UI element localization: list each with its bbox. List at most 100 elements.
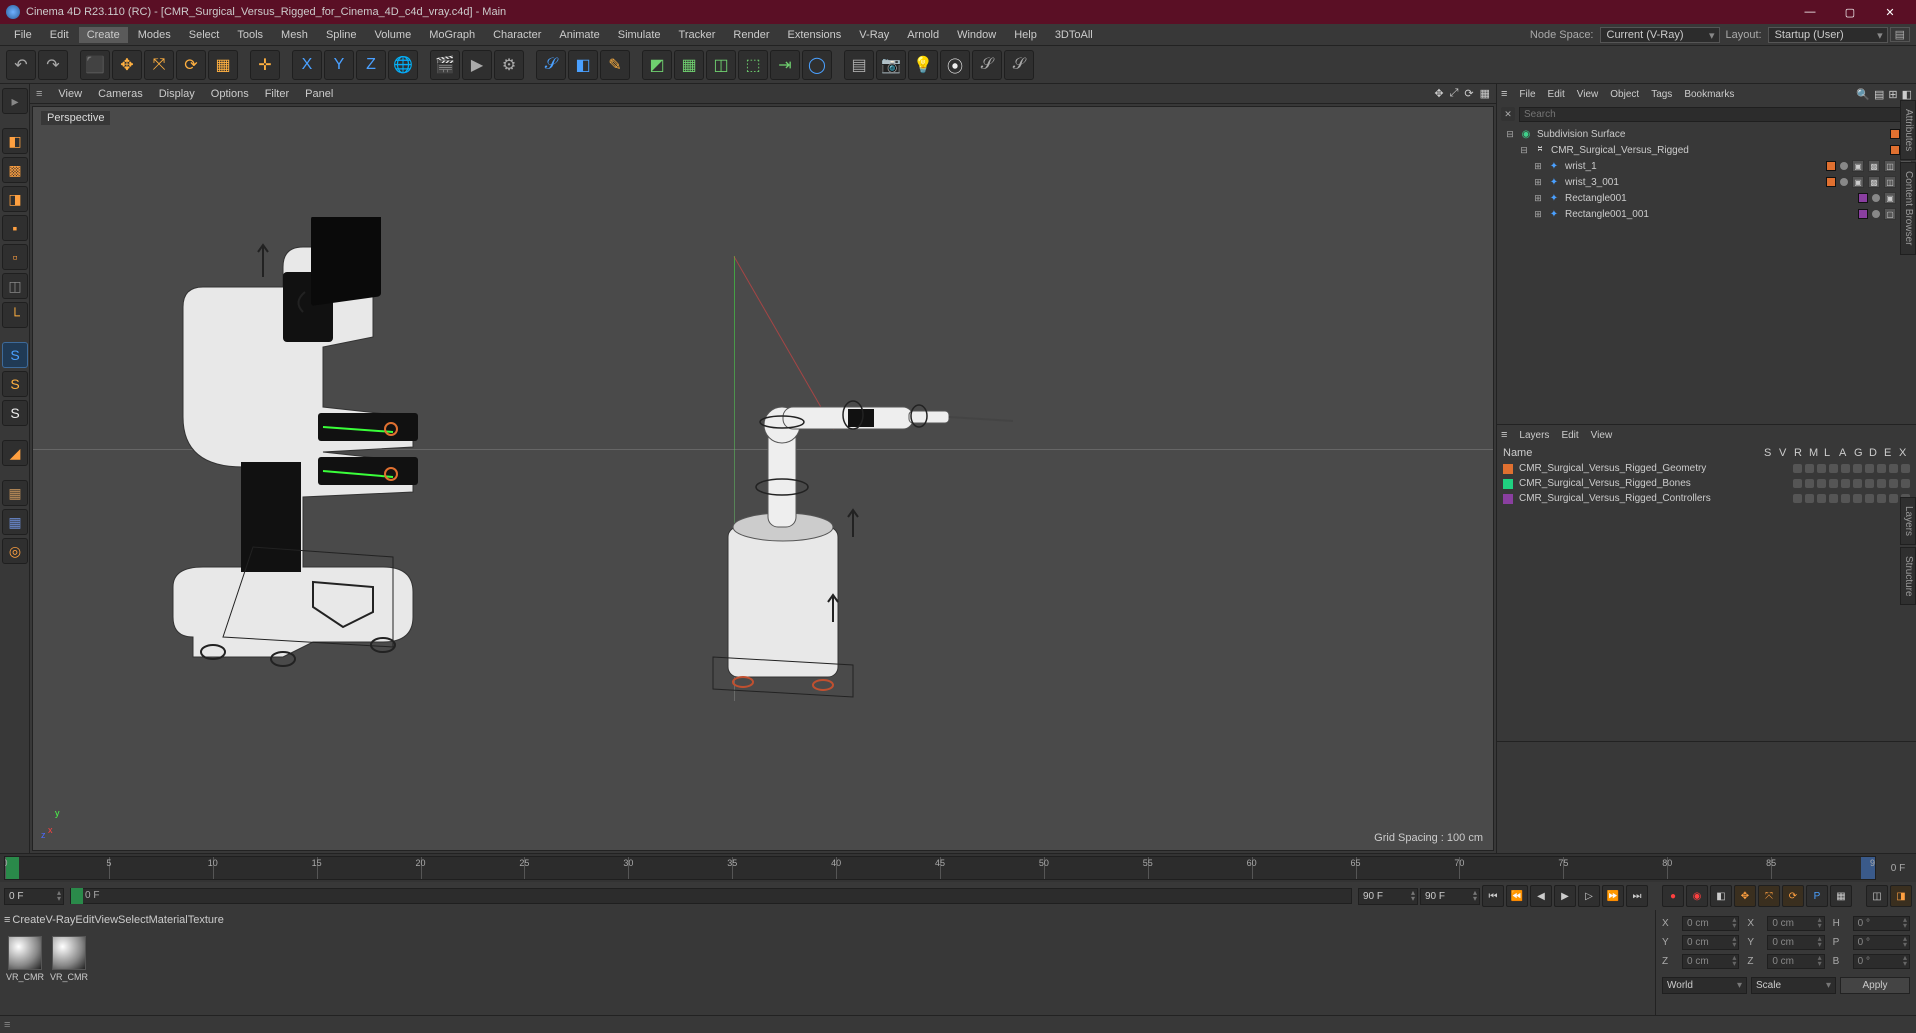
key-pla-button[interactable]: ▦ [1830, 885, 1852, 907]
viewmenu-panel[interactable]: Panel [297, 86, 341, 102]
coord-z-pos[interactable]: 0 cm▴▾ [1682, 954, 1739, 969]
layer-flag-icon[interactable] [1865, 464, 1874, 473]
objmenu-object[interactable]: Object [1604, 87, 1645, 102]
pen-tool-button[interactable]: ✎ [600, 50, 630, 80]
next-frame-button[interactable]: ▷ [1578, 885, 1600, 907]
viewmenu-view[interactable]: View [50, 86, 90, 102]
snap-3-icon[interactable]: S [2, 400, 28, 426]
coord-system-button[interactable]: 🌐 [388, 50, 418, 80]
obj-tag-icon[interactable]: ◫ [1884, 176, 1896, 188]
layersmenu-view[interactable]: View [1585, 428, 1619, 443]
obj-layer-swatch[interactable] [1826, 177, 1836, 187]
z-axis-toggle[interactable]: Z [356, 50, 386, 80]
record-button[interactable]: ● [1662, 885, 1684, 907]
object-tree[interactable]: ⊟◉Subdivision Surface⊟⎶CMR_Surgical_Vers… [1497, 124, 1916, 424]
tree-expander-icon[interactable]: ⊞ [1533, 177, 1543, 188]
key-sel-button[interactable]: ◧ [1710, 885, 1732, 907]
goto-end-button[interactable]: ⏭ [1626, 885, 1648, 907]
layer-flag-icon[interactable] [1841, 494, 1850, 503]
vray-button[interactable]: ⦿ [940, 50, 970, 80]
x-axis-toggle[interactable]: X [292, 50, 322, 80]
timeline[interactable]: 051015202530354045505560657075808590 0 F [0, 854, 1916, 882]
coord-x-pos[interactable]: 0 cm▴▾ [1682, 916, 1739, 931]
python-button-1[interactable]: 𝒮 [972, 50, 1002, 80]
menu-extensions[interactable]: Extensions [779, 27, 849, 43]
frame-out2-field[interactable]: 90 F▴▾ [1420, 888, 1480, 905]
layer-flag-icon[interactable] [1817, 479, 1826, 488]
layer-flag-icon[interactable] [1853, 479, 1862, 488]
tree-expander-icon[interactable]: ⊞ [1533, 209, 1543, 220]
layer-flag-icon[interactable] [1805, 494, 1814, 503]
viewport[interactable]: Perspective [32, 106, 1494, 851]
prev-key-button[interactable]: ⏪ [1506, 885, 1528, 907]
obj-search-close-icon[interactable]: ✕ [1501, 107, 1515, 121]
coord-y-pos[interactable]: 0 cm▴▾ [1682, 935, 1739, 950]
layer-flag-icon[interactable] [1853, 464, 1862, 473]
maximize-button[interactable]: ▢ [1830, 0, 1870, 24]
frame-out-field[interactable]: 90 F▴▾ [1358, 888, 1418, 905]
obj-search-icon[interactable]: 🔍 [1856, 88, 1870, 101]
obj-tag-icon[interactable]: ▣ [1852, 160, 1864, 172]
render-options-button[interactable]: ⚙ [494, 50, 524, 80]
cube-primitive-button[interactable]: ◧ [568, 50, 598, 80]
edge-mode-icon[interactable]: ▫ [2, 244, 28, 270]
minimize-button[interactable]: — [1790, 0, 1830, 24]
layersmenu-layers[interactable]: Layers [1513, 428, 1555, 443]
obj-layer-swatch[interactable] [1890, 145, 1900, 155]
obj-tag-icon[interactable]: ▣ [1884, 192, 1896, 204]
axis-lock-tool[interactable]: ✛ [250, 50, 280, 80]
close-button[interactable]: ✕ [1870, 0, 1910, 24]
coord-p-rot[interactable]: 0 °▴▾ [1853, 935, 1910, 950]
layer-flag-icon[interactable] [1817, 464, 1826, 473]
tree-expander-icon[interactable]: ⊞ [1533, 193, 1543, 204]
obj-tag-icon[interactable]: ▩ [1868, 176, 1880, 188]
obj-tag-icon[interactable]: ▣ [1852, 176, 1864, 188]
tree-expander-icon[interactable]: ⊟ [1519, 145, 1529, 156]
menu-help[interactable]: Help [1006, 27, 1045, 43]
objmenu-view[interactable]: View [1571, 87, 1605, 102]
obj-layer-swatch[interactable] [1858, 209, 1868, 219]
play-button[interactable]: ▶ [1554, 885, 1576, 907]
nav-move-icon[interactable]: ✥ [1434, 87, 1443, 100]
obj-visibility-dot[interactable] [1840, 178, 1848, 186]
layer-flag-icon[interactable] [1865, 479, 1874, 488]
obj-row[interactable]: ⊟◉Subdivision Surface [1497, 126, 1916, 142]
layer-flag-icon[interactable] [1793, 479, 1802, 488]
obj-tag-icon[interactable]: ◫ [1884, 160, 1896, 172]
layer-flag-icon[interactable] [1805, 479, 1814, 488]
deformer-button[interactable]: ◯ [802, 50, 832, 80]
obj-row[interactable]: ⊞✦Rectangle001_001▢• [1497, 206, 1916, 222]
obj-tag-icon[interactable]: ▢ [1884, 208, 1896, 220]
matmenu-edit[interactable]: Edit [75, 914, 94, 926]
snap-toggle-icon[interactable]: S [2, 342, 28, 368]
snap-settings-icon[interactable]: S [2, 371, 28, 397]
layer-flag-icon[interactable] [1889, 479, 1898, 488]
layer-flag-icon[interactable] [1805, 464, 1814, 473]
layer-color-swatch[interactable] [1503, 464, 1513, 474]
matmenu-v-ray[interactable]: V-Ray [45, 914, 75, 926]
layer-row[interactable]: CMR_Surgical_Versus_Rigged_Bones [1497, 476, 1916, 491]
rotate-tool[interactable]: ⟳ [176, 50, 206, 80]
menu-file[interactable]: File [6, 27, 40, 43]
material-thumb[interactable]: VR_CMR [6, 936, 44, 982]
menu-v-ray[interactable]: V-Ray [851, 27, 897, 43]
obj-search-input[interactable] [1519, 107, 1912, 122]
coord-z-size[interactable]: 0 cm▴▾ [1767, 954, 1824, 969]
key-rot-button[interactable]: ⟳ [1782, 885, 1804, 907]
scale-tool[interactable]: ⤧ [144, 50, 174, 80]
obj-filter-icon[interactable]: ▤ [1874, 88, 1884, 101]
objmenu-tags[interactable]: Tags [1645, 87, 1678, 102]
obj-hamburger-icon[interactable]: ≡ [1501, 88, 1507, 100]
layer-flag-icon[interactable] [1829, 464, 1838, 473]
grid-icon-1[interactable]: ▦ [2, 480, 28, 506]
obj-tag-icon[interactable]: ▩ [1868, 160, 1880, 172]
layer-flag-icon[interactable] [1829, 479, 1838, 488]
scrub-playhead[interactable] [71, 888, 83, 904]
obj-row[interactable]: ⊞✦wrist_1▣▩◫• [1497, 158, 1916, 174]
axis-mode-icon[interactable]: └ [2, 302, 28, 328]
obj-row[interactable]: ⊞✦Rectangle001▣• [1497, 190, 1916, 206]
key-param-button[interactable]: P [1806, 885, 1828, 907]
light-button[interactable]: 💡 [908, 50, 938, 80]
nodespace-combo[interactable]: Current (V-Ray) [1600, 27, 1720, 43]
layers-hamburger-icon[interactable]: ≡ [1501, 429, 1507, 441]
